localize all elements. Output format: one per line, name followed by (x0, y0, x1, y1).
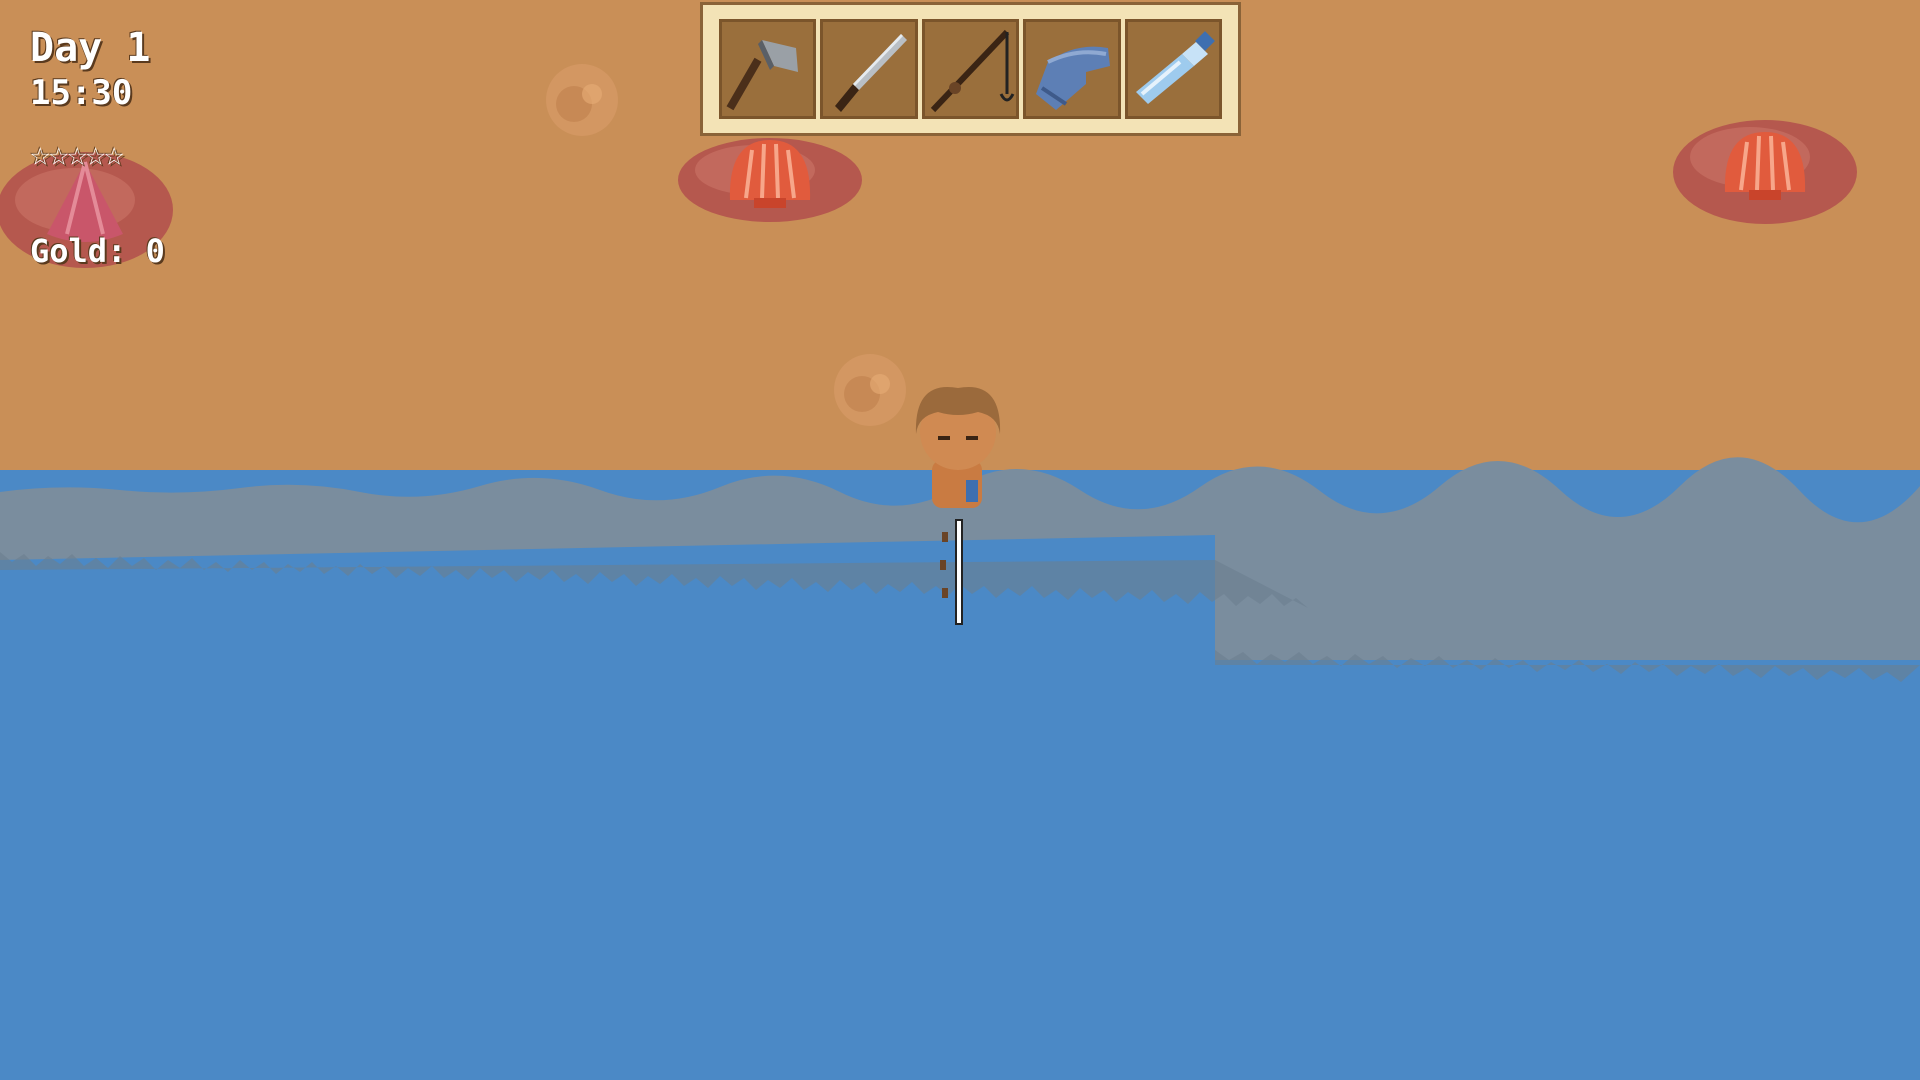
dig-spot[interactable] (546, 64, 618, 136)
rock-with-shell[interactable] (678, 138, 862, 222)
blue-glove-icon (1036, 46, 1111, 110)
tool-hotbar (700, 2, 1241, 136)
clock-time: 15:30 (30, 73, 133, 113)
fishing-rod-icon (930, 29, 1015, 113)
hotbar-slot-fishing-rod[interactable] (921, 19, 1020, 119)
day-counter: Day 1 (30, 25, 151, 71)
hotbar-slot-axe[interactable] (719, 19, 817, 119)
hotbar-slot-glove[interactable] (1023, 19, 1121, 119)
axe-icon (726, 40, 798, 111)
hotbar-slot-knife[interactable] (820, 19, 918, 119)
hud-panel: Day 1 15:30 ☆☆☆☆☆ Gold: 0 (30, 24, 165, 270)
gold-counter: Gold: 0 (30, 232, 165, 270)
hotbar-slot-bottle[interactable] (1124, 19, 1223, 119)
game-world (0, 0, 1920, 1080)
rock-with-shell[interactable] (1673, 120, 1857, 224)
knife-icon (835, 34, 908, 112)
rating-stars: ☆☆☆☆☆ (30, 134, 124, 174)
dig-spot[interactable] (834, 354, 906, 426)
shallow-water-patch (1215, 535, 1920, 660)
water-bottle-icon (1135, 31, 1215, 104)
